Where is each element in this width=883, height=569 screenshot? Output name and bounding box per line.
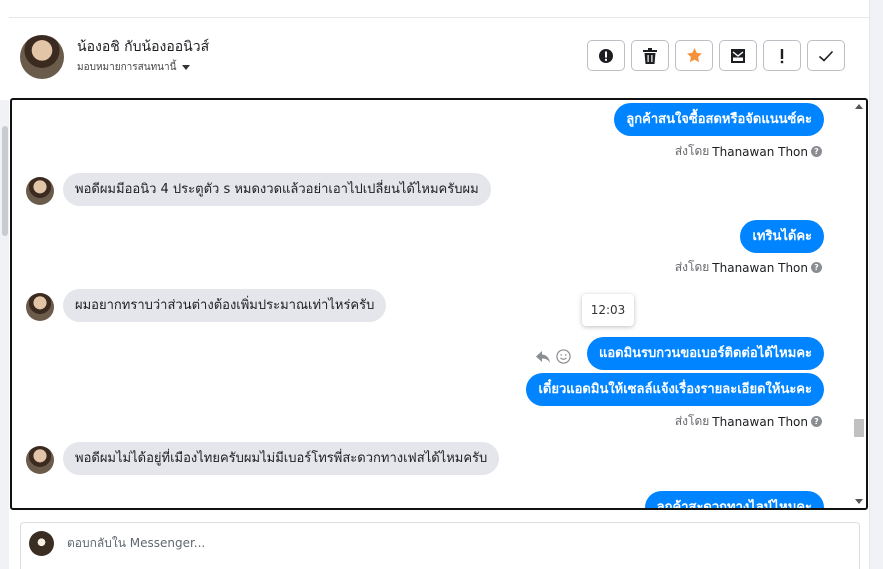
sender-name[interactable]: Thanawan Thon [712, 261, 808, 275]
message-hover-actions [535, 349, 571, 364]
contact-avatar-small[interactable] [26, 446, 54, 474]
page-avatar [29, 531, 54, 556]
conversation-header: น้องอชิ กับน้องออนิวส์ มอบหมายการสนทนานี… [9, 18, 869, 98]
outgoing-message[interactable]: เดี๋ยวแอดมินให้เซลล์แจ้งเรื่องรายละเอียด… [526, 373, 824, 406]
spam-button[interactable] [587, 40, 625, 71]
sender-name[interactable]: Thanawan Thon [712, 415, 808, 429]
help-icon[interactable]: ? [811, 416, 822, 427]
sender-name[interactable]: Thanawan Thon [712, 145, 808, 159]
scroll-thumb[interactable] [854, 419, 864, 437]
flag-button[interactable] [763, 40, 801, 71]
reply-input[interactable] [65, 535, 669, 551]
alert-circle-icon [599, 48, 613, 63]
contact-avatar-small[interactable] [26, 293, 54, 321]
conversation-list-scrollbar[interactable] [0, 100, 9, 569]
right-gutter [869, 0, 883, 569]
archive-button[interactable] [719, 40, 757, 71]
sent-by-label: ส่งโดย Thanawan Thon ? [675, 258, 822, 277]
assign-label: มอบหมายการสนทนานี้ [77, 62, 177, 73]
contact-avatar-small[interactable] [26, 177, 54, 205]
star-button[interactable] [675, 40, 713, 71]
outgoing-message[interactable]: เทรินได้คะ [740, 220, 824, 253]
scroll-down-arrow-icon[interactable] [855, 499, 863, 504]
sent-by-prefix: ส่งโดย [674, 144, 710, 158]
incoming-message[interactable]: ผมอยากทราบว่าส่วนต่างต้องเพิ่มประมาณเท่า… [63, 289, 387, 322]
mail-box-icon [731, 48, 745, 63]
smiley-icon[interactable] [556, 349, 571, 364]
contact-name[interactable]: น้องอชิ กับน้องออนิวส์ [77, 36, 209, 58]
exclamation-icon [780, 48, 784, 63]
outgoing-message[interactable]: ลูกค้าสะดวกทางไลน์ไหมคะ [644, 491, 824, 508]
contact-avatar[interactable] [20, 35, 64, 79]
trash-icon [643, 47, 657, 64]
sent-by-prefix: ส่งโดย [674, 260, 710, 274]
scroll-up-arrow-icon[interactable] [855, 104, 863, 109]
sent-by-label: ส่งโดย Thanawan Thon ? [675, 412, 822, 431]
scroll-thumb[interactable] [2, 126, 8, 236]
incoming-message[interactable]: พอดีผมไม่ได้อยู่ที่เมืองไทยครับผมไม่มีเบ… [63, 442, 500, 475]
thread-scrollbar[interactable] [852, 100, 866, 508]
star-icon [686, 48, 702, 63]
assign-conversation-dropdown[interactable]: มอบหมายการสนทนานี้ [77, 60, 191, 75]
check-icon [818, 50, 834, 62]
outgoing-message[interactable]: ลูกค้าสนใจซื้อสดหรือจัดแนนซ์คะ [614, 103, 824, 136]
timestamp-tooltip: 12:03 [582, 294, 634, 326]
sent-by-label: ส่งโดย Thanawan Thon ? [675, 142, 822, 161]
delete-button[interactable] [631, 40, 669, 71]
done-button[interactable] [807, 40, 845, 71]
top-bar [9, 0, 869, 18]
help-icon[interactable]: ? [811, 262, 822, 273]
incoming-message[interactable]: พอดีผมมีออนิว 4 ประตูตัว s หมดงวดแล้วอย่… [63, 173, 491, 206]
chevron-down-icon [182, 65, 191, 70]
help-icon[interactable]: ? [811, 146, 822, 157]
header-actions [587, 40, 845, 71]
inbox-frame: น้องอชิ กับน้องออนิวส์ มอบหมายการสนทนานี… [0, 0, 883, 569]
sent-by-prefix: ส่งโดย [674, 414, 710, 428]
reply-composer [20, 522, 860, 569]
outgoing-message[interactable]: แอดมินรบกวนขอเบอร์ติดต่อได้ไหมคะ [586, 337, 824, 370]
message-thread[interactable]: ลูกค้าสนใจซื้อสดหรือจัดแนนซ์คะ ส่งโดย Th… [10, 98, 868, 510]
reply-icon[interactable] [535, 350, 551, 364]
